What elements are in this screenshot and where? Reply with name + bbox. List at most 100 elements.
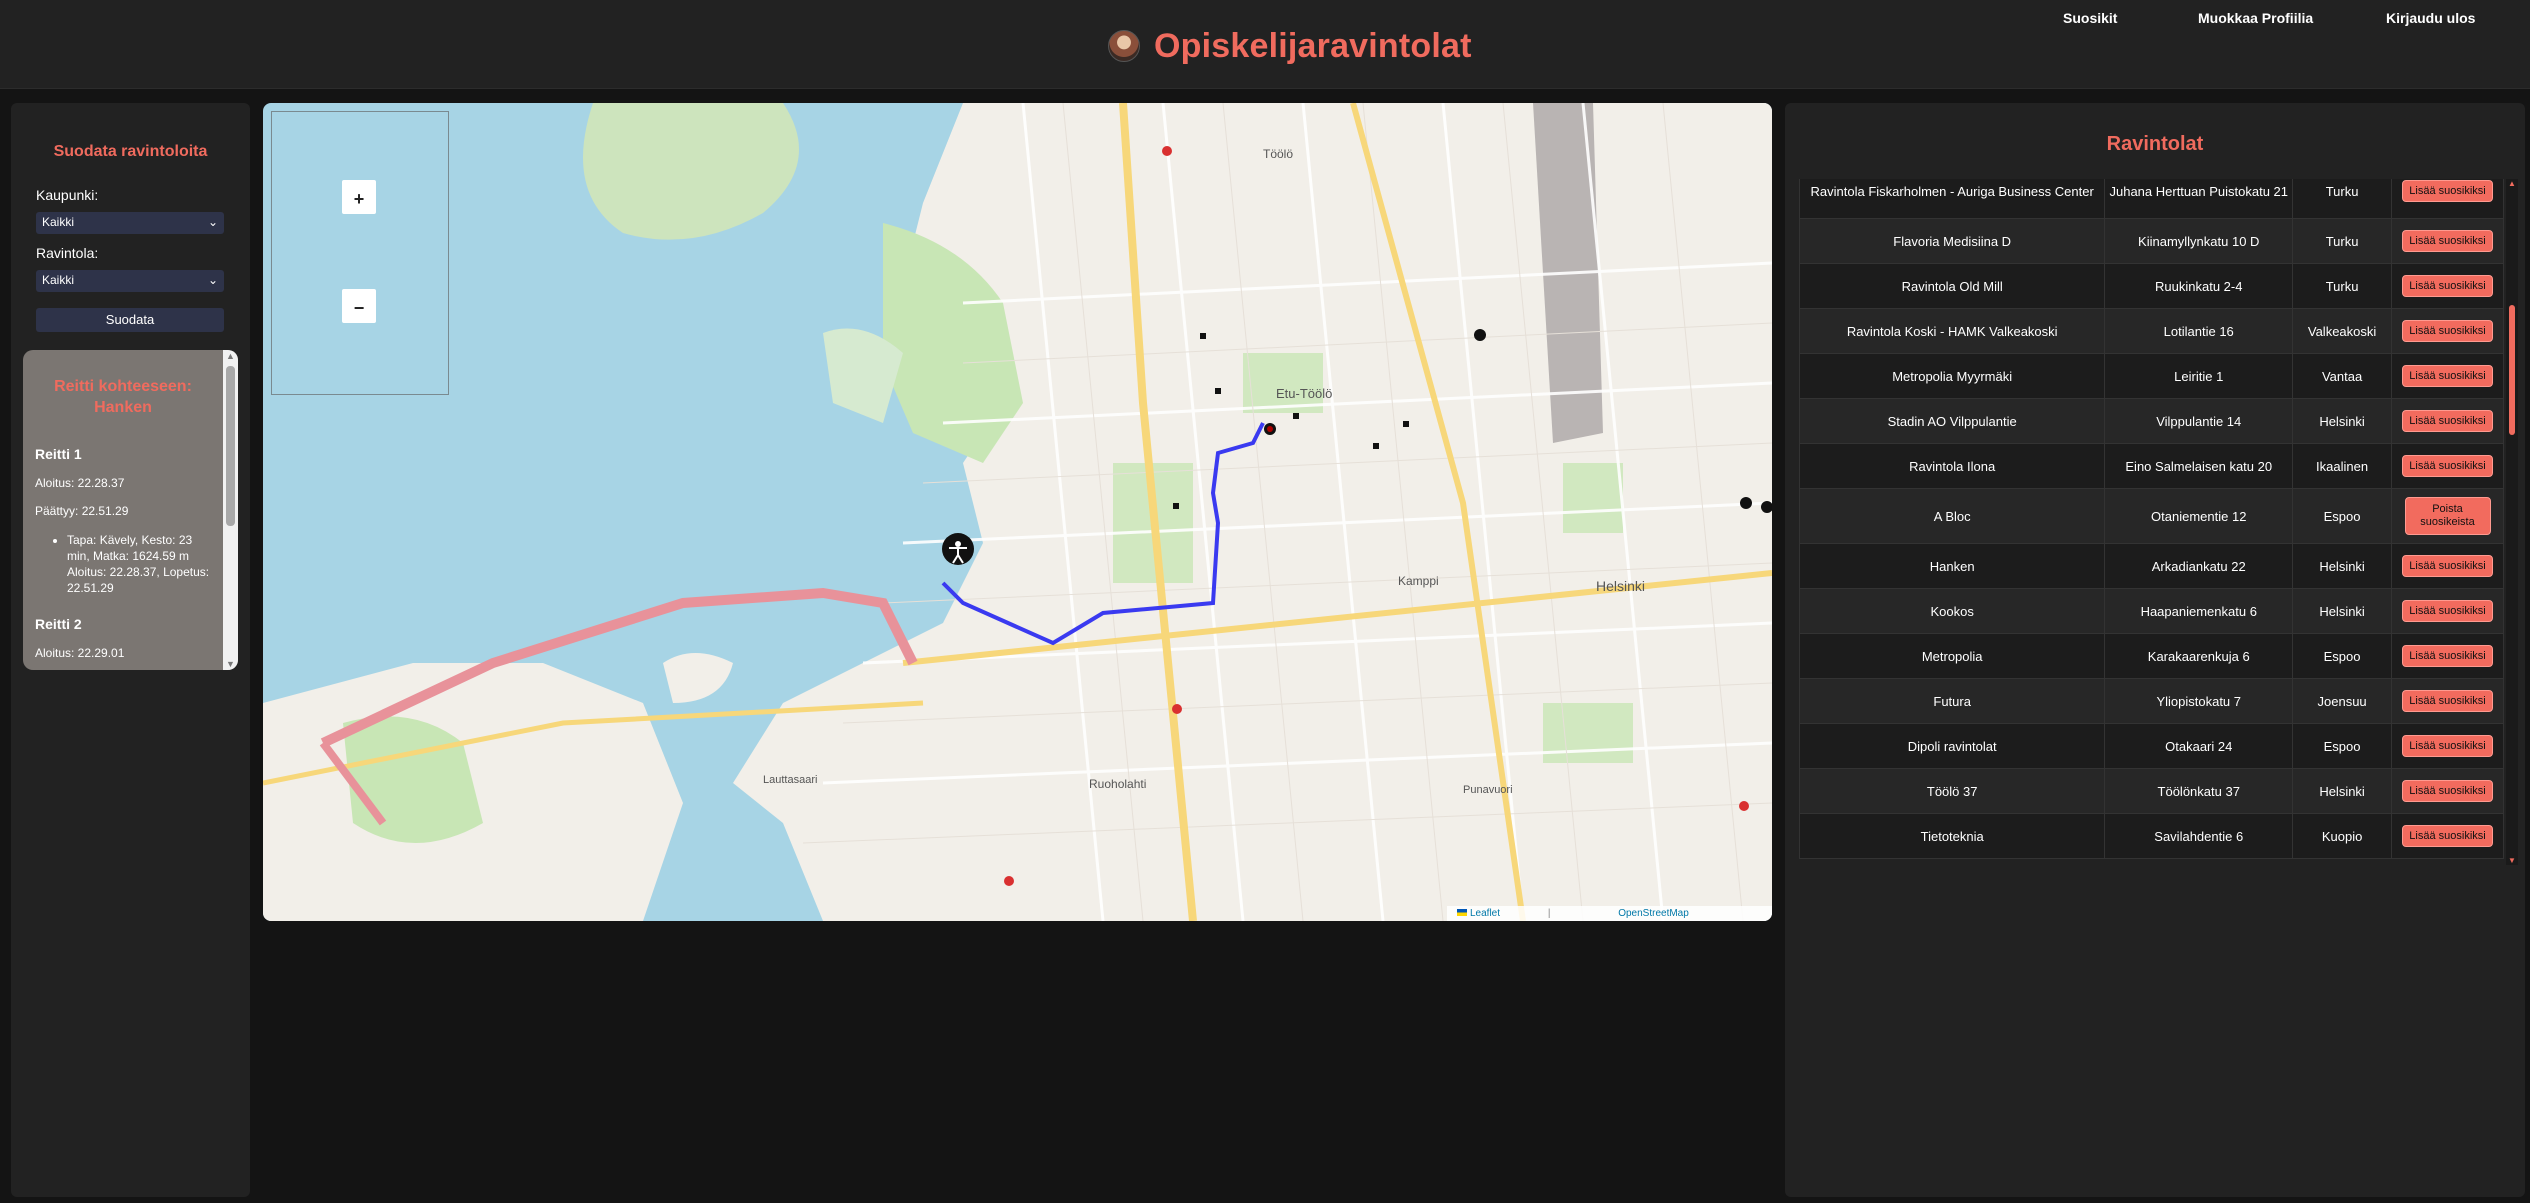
restaurant-name-cell: Ravintola Old Mill <box>1799 263 2106 309</box>
route-scrollbar[interactable]: ▲ ▼ <box>223 350 238 670</box>
svg-text:Töölö: Töölö <box>1263 147 1293 161</box>
nav-logout-link[interactable]: Kirjaudu ulos <box>2386 10 2475 26</box>
restaurant-address-cell: Otakaari 24 <box>2104 723 2294 769</box>
app-title: Opiskelijaravintolat <box>1154 26 1472 65</box>
title-wrap: Opiskelijaravintolat <box>1108 26 1472 66</box>
restaurant-action-cell: Lisää suosikiksi <box>2391 218 2504 264</box>
route-heading: Reitti kohteeseen: Hanken <box>54 378 192 416</box>
nav-edit-profile-link[interactable]: Muokkaa Profiilia <box>2198 10 2313 26</box>
user-avatar[interactable] <box>1108 30 1140 62</box>
table-scroll-thumb[interactable] <box>2509 305 2515 435</box>
table-row: Stadin AO Vilppulantie Vilppulantie 14 Hel… <box>1799 398 2504 444</box>
restaurants-panel: Ravintolat Ravintola Fiskarholmen - Auri… <box>1785 103 2525 1197</box>
restaurant-city-cell: Espoo <box>2292 723 2393 769</box>
restaurant-name-cell: Metropolia <box>1799 633 2106 679</box>
restaurant-city-cell: Espoo <box>2292 633 2393 679</box>
restaurant-address-cell: Vilppulantie 14 <box>2104 398 2294 444</box>
route-step: Tapa: Kävely, Kesto: 23 min, Matka: 1624… <box>67 532 211 596</box>
restaurant-city-cell: Helsinki <box>2292 768 2393 814</box>
add-favorite-button[interactable]: Lisää suosikiksi <box>2402 645 2493 667</box>
add-favorite-button[interactable]: Lisää suosikiksi <box>2402 180 2493 202</box>
route-panel[interactable]: Reitti kohteeseen: Hanken Reitti 1 Aloit… <box>23 350 238 670</box>
route-scroll-thumb[interactable] <box>226 366 235 526</box>
add-favorite-button[interactable]: Lisää suosikiksi <box>2402 690 2493 712</box>
map-tiles: Etu-Töölö Helsinki Kamppi Ruoholahti Lau… <box>263 103 1772 921</box>
restaurant-city-cell: Turku <box>2292 263 2393 309</box>
restaurant-name-cell: Ravintola Fiskarholmen - Auriga Business… <box>1799 179 2106 219</box>
svg-text:Helsinki: Helsinki <box>1596 578 1645 594</box>
restaurant-action-cell: Lisää suosikiksi <box>2391 543 2504 589</box>
restaurant-city-cell: Turku <box>2292 179 2393 219</box>
restaurant-name-cell: Dipoli ravintolat <box>1799 723 2106 769</box>
restaurant-action-cell: Lisää suosikiksi <box>2391 443 2504 489</box>
restaurant-name-cell: Tietoteknia <box>1799 813 2106 859</box>
restaurant-select[interactable]: Kaikki ⌄ <box>36 270 224 292</box>
add-favorite-button[interactable]: Lisää suosikiksi <box>2402 780 2493 802</box>
restaurant-address-cell: Karakaarenkuja 6 <box>2104 633 2294 679</box>
nav-favorites-link[interactable]: Suosikit <box>2063 10 2117 26</box>
restaurant-action-cell: Lisää suosikiksi <box>2391 588 2504 634</box>
restaurant-address-cell: Kiinamyllynkatu 10 D <box>2104 218 2294 264</box>
map-inset-frame <box>271 111 449 395</box>
restaurant-address-cell: Juhana Herttuan Puistokatu 21 <box>2104 179 2294 219</box>
scroll-down-icon[interactable]: ▼ <box>226 659 235 669</box>
add-favorite-button[interactable]: Lisää suosikiksi <box>2402 555 2493 577</box>
add-favorite-button[interactable]: Lisää suosikiksi <box>2402 320 2493 342</box>
table-row: Ravintola Ilona Eino Salmelaisen katu 20 I… <box>1799 443 2504 489</box>
restaurant-address-cell: Yliopistokatu 7 <box>2104 678 2294 724</box>
ukraine-flag-icon <box>1457 909 1467 916</box>
svg-text:Lauttasaari: Lauttasaari <box>763 774 817 786</box>
restaurant-address-cell: Leiritie 1 <box>2104 353 2294 399</box>
scroll-up-icon[interactable]: ▲ <box>2508 179 2516 188</box>
leaflet-link[interactable]: Leaflet <box>1470 908 1500 919</box>
restaurant-city-cell: Turku <box>2292 218 2393 264</box>
restaurant-city-cell: Joensuu <box>2292 678 2393 724</box>
restaurant-address-cell: Lotilantie 16 <box>2104 308 2294 354</box>
table-row: Metropolia Karakaarenkuja 6 Espoo Lisää suo… <box>1799 633 2504 679</box>
filter-button[interactable]: Suodata <box>36 308 224 332</box>
scroll-up-icon[interactable]: ▲ <box>226 351 235 361</box>
chevron-down-icon: ⌄ <box>207 215 218 229</box>
restaurant-city-cell: Vantaa <box>2292 353 2393 399</box>
restaurant-city-cell: Helsinki <box>2292 588 2393 634</box>
restaurant-address-cell: Savilahdentie 6 <box>2104 813 2294 859</box>
osm-link[interactable]: OpenStreetMap <box>1618 908 1689 919</box>
table-row: Ravintola Fiskarholmen - Auriga Business… <box>1799 179 2504 219</box>
restaurant-name-cell: Futura <box>1799 678 2106 724</box>
restaurants-table-wrap[interactable]: Ravintola Fiskarholmen - Auriga Business… <box>1799 179 2518 865</box>
zoom-out-button[interactable]: − <box>342 289 376 323</box>
route-name: Reitti 1 <box>35 446 82 462</box>
table-scrollbar[interactable]: ▲ ▼ <box>2506 179 2518 865</box>
restaurant-address-cell: Ruukinkatu 2-4 <box>2104 263 2294 309</box>
restaurant-action-cell: Lisää suosikiksi <box>2391 308 2504 354</box>
add-favorite-button[interactable]: Lisää suosikiksi <box>2402 230 2493 252</box>
add-favorite-button[interactable]: Lisää suosikiksi <box>2402 410 2493 432</box>
add-favorite-button[interactable]: Lisää suosikiksi <box>2402 600 2493 622</box>
add-favorite-button[interactable]: Lisää suosikiksi <box>2402 365 2493 387</box>
table-row: Ravintola Old Mill Ruukinkatu 2-4 Turku Lis… <box>1799 263 2504 309</box>
restaurants-title: Ravintolat <box>2106 133 2204 155</box>
app-header: Opiskelijaravintolat Suosikit Muokkaa Pr… <box>0 0 2530 89</box>
svg-text:Kamppi: Kamppi <box>1398 574 1439 588</box>
add-favorite-button[interactable]: Lisää suosikiksi <box>2402 275 2493 297</box>
map-attribution: Leaflet | OpenStreetMap <box>1447 906 1772 921</box>
restaurant-name-cell: Metropolia Myyrmäki <box>1799 353 2106 399</box>
add-favorite-button[interactable]: Lisää suosikiksi <box>2402 825 2493 847</box>
add-favorite-button[interactable]: Lisää suosikiksi <box>2402 735 2493 757</box>
restaurant-action-cell: Lisää suosikiksi <box>2391 353 2504 399</box>
restaurant-name-cell: Flavoria Medisiina D <box>1799 218 2106 264</box>
zoom-in-button[interactable]: + <box>342 180 376 214</box>
table-row: Töölö 37 Töölönkatu 37 Helsinki Lisää suosi… <box>1799 768 2504 814</box>
restaurant-name-cell: Kookos <box>1799 588 2106 634</box>
restaurant-city-cell: Ikaalinen <box>2292 443 2393 489</box>
scroll-down-icon[interactable]: ▼ <box>2508 856 2516 865</box>
restaurant-action-cell: Lisää suosikiksi <box>2391 678 2504 724</box>
city-select[interactable]: Kaikki ⌄ <box>36 212 224 234</box>
restaurant-address-cell: Haapaniemenkatu 6 <box>2104 588 2294 634</box>
map-view[interactable]: Etu-Töölö Helsinki Kamppi Ruoholahti Lau… <box>263 103 1772 921</box>
restaurant-action-cell: Lisää suosikiksi <box>2391 633 2504 679</box>
svg-text:Etu-Töölö: Etu-Töölö <box>1276 386 1332 401</box>
add-favorite-button[interactable]: Lisää suosikiksi <box>2402 455 2493 477</box>
remove-favorite-button[interactable]: Poista suosikeista <box>2404 497 2491 535</box>
route-name: Reitti 2 <box>35 616 82 632</box>
